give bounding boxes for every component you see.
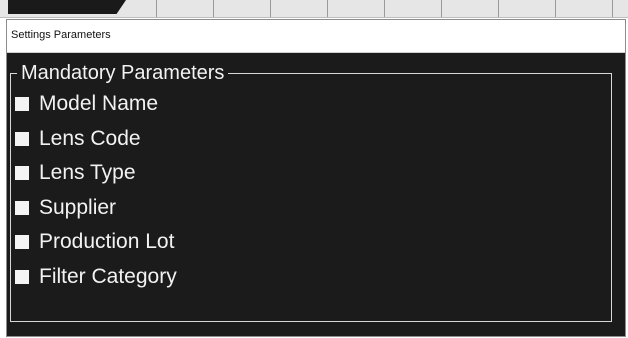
ruler-tick (156, 0, 157, 17)
parameter-item-model-name[interactable]: Model Name (15, 87, 625, 122)
settings-window: Settings Parameters Mandatory Parameters… (6, 19, 626, 337)
parameter-item-lens-type[interactable]: Lens Type (15, 156, 625, 191)
square-checkbox-icon[interactable] (15, 131, 29, 146)
active-tab[interactable] (8, 0, 126, 14)
ruler-tick (555, 0, 556, 17)
square-checkbox-icon[interactable] (15, 269, 29, 284)
square-checkbox-icon[interactable] (15, 166, 29, 181)
window-title: Settings Parameters (11, 29, 111, 41)
ruler-tick (213, 0, 214, 17)
parameter-label: Model Name (39, 92, 159, 116)
square-checkbox-icon[interactable] (15, 235, 29, 250)
ruler-tick (441, 0, 442, 17)
ruler-tick (270, 0, 271, 17)
parameter-list: Model Name Lens Code Lens Type Supplier … (15, 87, 625, 294)
group-legend: Mandatory Parameters (21, 62, 225, 84)
parameter-label: Supplier (39, 195, 117, 219)
ruler-tick (384, 0, 385, 17)
top-tab-strip (0, 0, 628, 18)
title-bar: Settings Parameters (7, 20, 625, 53)
parameter-item-lens-code[interactable]: Lens Code (15, 122, 625, 157)
square-checkbox-icon[interactable] (15, 97, 29, 112)
parameter-label: Filter Category (39, 264, 177, 288)
ruler-tick (498, 0, 499, 17)
ruler-tick (327, 0, 328, 17)
parameter-label: Production Lot (39, 230, 175, 254)
parameter-item-filter-category[interactable]: Filter Category (15, 260, 625, 295)
parameter-label: Lens Code (39, 126, 141, 150)
settings-panel: Mandatory Parameters Model Name Lens Cod… (7, 53, 625, 336)
parameter-item-supplier[interactable]: Supplier (15, 191, 625, 226)
square-checkbox-icon[interactable] (15, 200, 29, 215)
ruler-tick (612, 0, 613, 17)
parameter-label: Lens Type (39, 161, 136, 185)
parameter-item-production-lot[interactable]: Production Lot (15, 225, 625, 260)
